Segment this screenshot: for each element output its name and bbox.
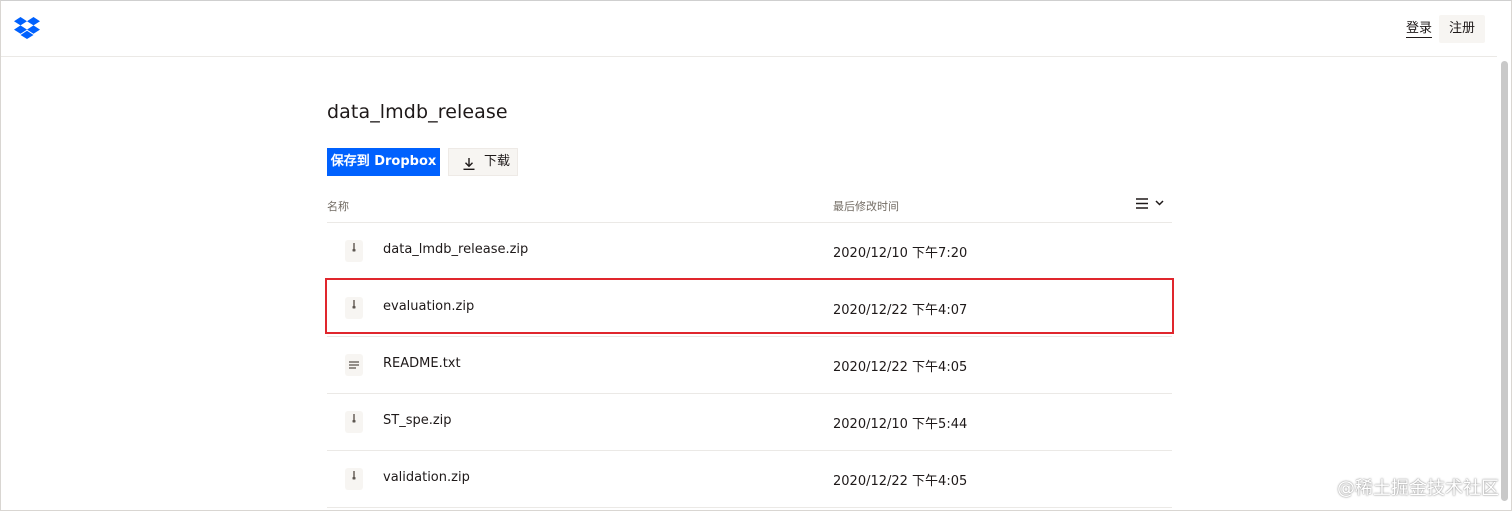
file-modified-date: 2020/12/10 下午7:20 xyxy=(833,246,968,261)
zip-file-icon xyxy=(344,411,364,433)
page-scrollbar[interactable] xyxy=(1498,1,1510,509)
dropbox-logo-icon[interactable] xyxy=(14,17,40,39)
list-view-icon[interactable] xyxy=(1134,196,1168,212)
column-header-name[interactable]: 名称 xyxy=(327,198,349,214)
file-name[interactable]: README.txt xyxy=(383,356,461,371)
page-title: data_lmdb_release xyxy=(327,101,508,123)
top-bar: 登录 注册 xyxy=(1,1,1497,57)
save-to-dropbox-button[interactable]: 保存到 Dropbox xyxy=(327,148,440,176)
download-button[interactable]: 下载 xyxy=(448,148,518,176)
watermark: @稀土掘金技术社区 xyxy=(1337,478,1499,499)
text-file-icon xyxy=(344,354,364,376)
file-name[interactable]: evaluation.zip xyxy=(383,299,474,314)
file-modified-date: 2020/12/22 下午4:05 xyxy=(833,474,968,489)
scrollbar-thumb[interactable] xyxy=(1501,61,1508,501)
zip-file-icon xyxy=(344,468,364,490)
column-header-modified[interactable]: 最后修改时间 xyxy=(833,198,899,214)
file-name[interactable]: data_lmdb_release.zip xyxy=(383,242,528,257)
zip-file-icon xyxy=(344,297,364,319)
file-row[interactable]: data_lmdb_release.zip 2020/12/10 下午7:20 xyxy=(327,223,1172,280)
file-row[interactable]: evaluation.zip 2020/12/22 下午4:07 xyxy=(327,280,1172,337)
file-modified-date: 2020/12/10 下午5:44 xyxy=(833,417,968,432)
signup-button[interactable]: 注册 xyxy=(1439,15,1485,43)
file-row[interactable]: validation.zip 2020/12/22 下午4:05 xyxy=(327,451,1172,508)
file-modified-date: 2020/12/22 下午4:07 xyxy=(833,303,968,318)
file-modified-date: 2020/12/22 下午4:05 xyxy=(833,360,968,375)
file-row[interactable]: ST_spe.zip 2020/12/10 下午5:44 xyxy=(327,394,1172,451)
zip-file-icon xyxy=(344,240,364,262)
file-row[interactable]: README.txt 2020/12/22 下午4:05 xyxy=(327,337,1172,394)
download-icon xyxy=(462,155,476,171)
file-name[interactable]: ST_spe.zip xyxy=(383,413,452,428)
file-name[interactable]: validation.zip xyxy=(383,470,470,485)
download-label: 下载 xyxy=(484,154,511,169)
login-link[interactable]: 登录 xyxy=(1406,21,1433,38)
